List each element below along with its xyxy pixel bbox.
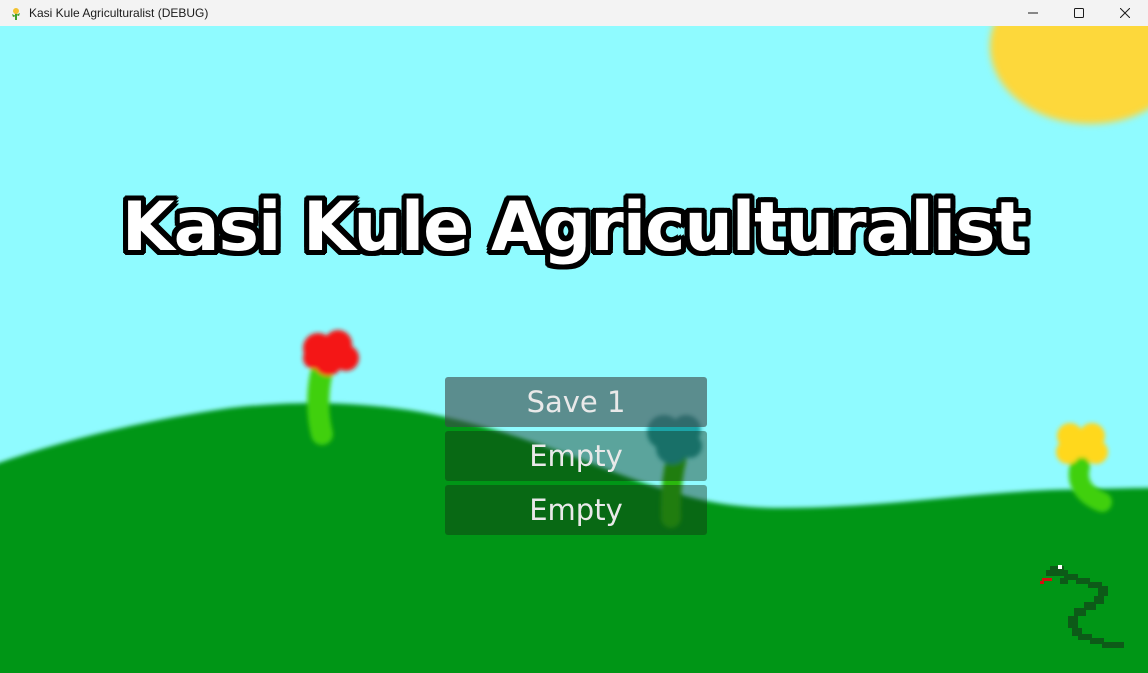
window-controls xyxy=(1010,0,1148,26)
maximize-button[interactable] xyxy=(1056,0,1102,26)
minimize-button[interactable] xyxy=(1010,0,1056,26)
window-title: Kasi Kule Agriculturalist (DEBUG) xyxy=(29,6,209,20)
save-slot-menu: Save 1 Empty Empty xyxy=(445,377,707,539)
minimize-icon xyxy=(1028,12,1038,14)
game-viewport[interactable]: Kasi Kule Agriculturalist Save 1 Empty E… xyxy=(0,26,1148,673)
game-window: Kasi Kule Agriculturalist (DEBUG) Kasi K… xyxy=(0,0,1148,673)
background-scene xyxy=(0,26,1148,673)
save-slot-2-button[interactable]: Empty xyxy=(445,431,707,481)
app-icon xyxy=(9,6,23,20)
close-icon xyxy=(1120,8,1130,18)
close-button[interactable] xyxy=(1102,0,1148,26)
game-title: Kasi Kule Agriculturalist xyxy=(121,188,1027,267)
maximize-icon xyxy=(1074,8,1084,18)
save-slot-3-button[interactable]: Empty xyxy=(445,485,707,535)
save-slot-1-button[interactable]: Save 1 xyxy=(445,377,707,427)
title-bar[interactable]: Kasi Kule Agriculturalist (DEBUG) xyxy=(0,0,1148,26)
